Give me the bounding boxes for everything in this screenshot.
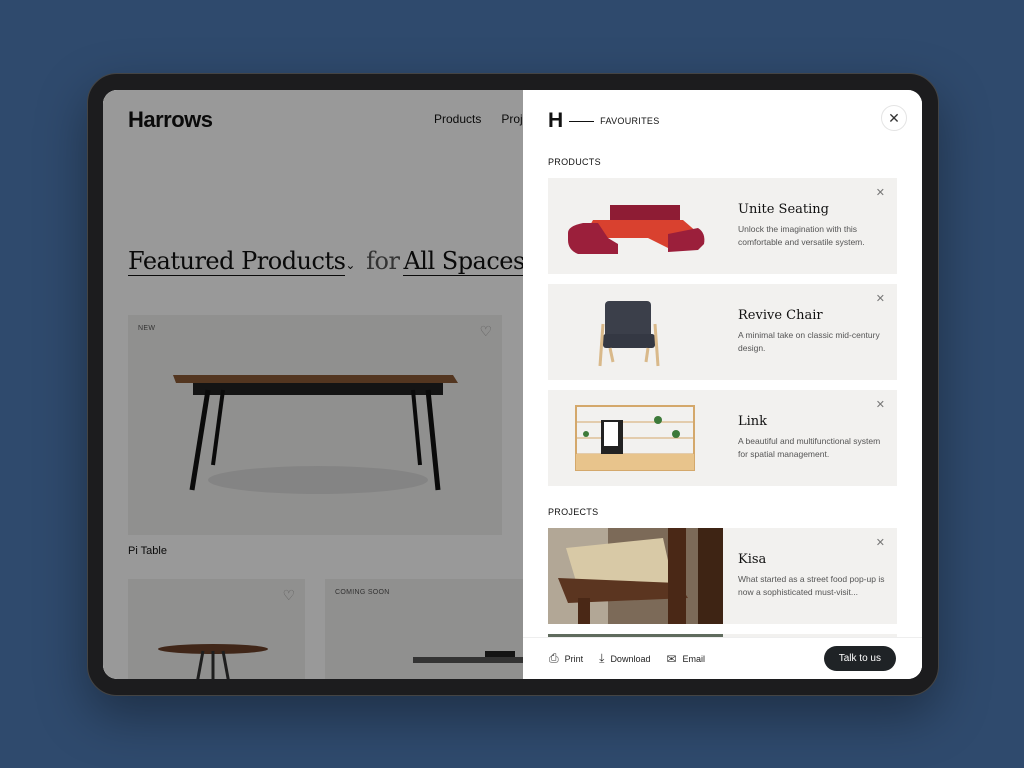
remove-icon[interactable]: ✕ (876, 398, 885, 411)
item-description: A beautiful and multifunctional system f… (738, 436, 881, 459)
products-heading: PRODUCTS (548, 157, 601, 167)
item-description: Unlock the imagination with this comfort… (738, 224, 865, 247)
panel-footer: ⎙ Print ⤓ Download ✉ Email Talk to us (523, 637, 922, 679)
remove-icon[interactable]: ✕ (876, 536, 885, 549)
download-label: Download (610, 653, 651, 664)
revive-chair-image (598, 301, 660, 367)
envelope-icon: ✉ (666, 651, 677, 666)
unite-seating-image (568, 205, 705, 254)
screen: Harrows Products Proje Featured Products⌄… (103, 90, 922, 679)
panel-header: H FAVOURITES (548, 109, 660, 133)
website-page: Harrows Products Proje Featured Products⌄… (103, 90, 533, 679)
item-description: A minimal take on classic mid-century de… (738, 330, 880, 353)
item-title[interactable]: Kisa (738, 552, 766, 567)
item-title[interactable]: Revive Chair (738, 308, 823, 323)
item-title[interactable]: Link (738, 414, 767, 429)
printer-icon: ⎙ (549, 651, 559, 665)
item-title[interactable]: Unite Seating (738, 202, 829, 217)
close-button[interactable]: ✕ (881, 105, 907, 131)
divider (569, 120, 595, 122)
email-button[interactable]: ✉ Email (666, 652, 705, 666)
brand-mark: H (548, 109, 564, 132)
print-button[interactable]: ⎙ Print (549, 651, 583, 666)
favourite-item[interactable]: ✕ Link A beautiful and multifunctional s… (548, 390, 897, 486)
kisa-project-image (548, 528, 723, 624)
email-label: Email (682, 653, 706, 664)
panel-title: FAVOURITES (600, 116, 660, 126)
download-icon: ⤓ (599, 651, 605, 665)
project-item[interactable]: ✕ Kisa What started as a street food pop… (548, 528, 897, 624)
close-icon: ✕ (888, 109, 900, 126)
projects-heading: PROJECTS (548, 507, 599, 517)
link-shelving-image (575, 405, 695, 471)
remove-icon[interactable]: ✕ (876, 186, 885, 199)
remove-icon[interactable]: ✕ (876, 292, 885, 305)
favourite-item[interactable]: ✕ Unite Seating Unlock the imagination w… (548, 178, 897, 274)
favourite-item[interactable]: ✕ Revive Chair A minimal take on classic… (548, 284, 897, 380)
page-overlay[interactable] (103, 90, 523, 679)
favourites-panel: H FAVOURITES ✕ PRODUCTS ✕ Unite Seating U… (523, 90, 922, 679)
item-description: What started as a street food pop-up is … (738, 574, 885, 597)
print-label: Print (564, 653, 584, 664)
download-button[interactable]: ⤓ Download (599, 651, 650, 666)
talk-to-us-button[interactable]: Talk to us (823, 646, 896, 671)
